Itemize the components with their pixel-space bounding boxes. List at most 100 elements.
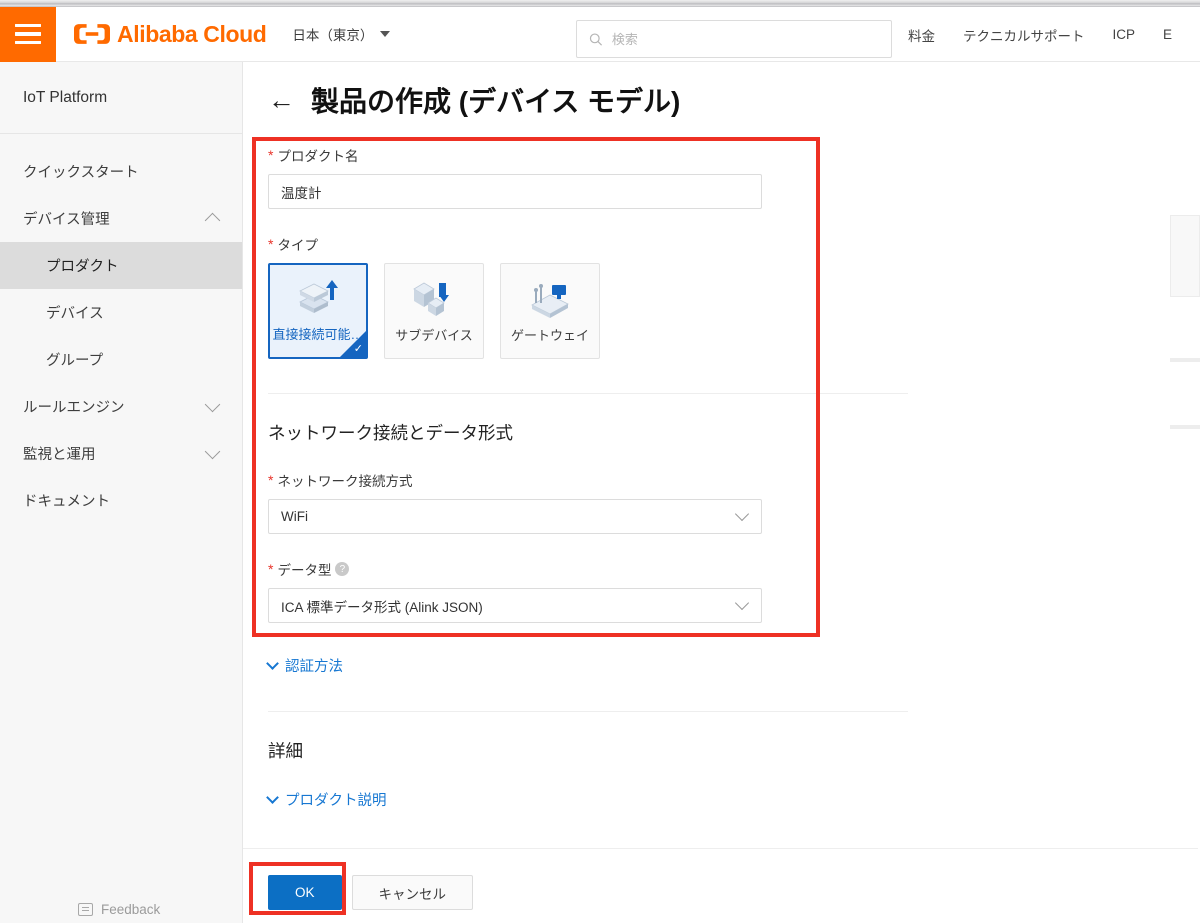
sidebar-item-documents[interactable]: ドキュメント bbox=[0, 477, 242, 524]
page-title: 製品の作成 (デバイス モデル) bbox=[311, 86, 681, 117]
connection-method-value: WiFi bbox=[281, 509, 308, 524]
form-actions: OK キャンセル bbox=[268, 875, 1200, 910]
chevron-down-icon bbox=[204, 443, 221, 459]
data-format-label-text: データ型 bbox=[277, 563, 332, 578]
data-format-label: * データ型 ? bbox=[268, 559, 1200, 579]
connection-method-select[interactable]: WiFi bbox=[268, 499, 762, 534]
type-label-text: タイプ bbox=[277, 238, 318, 253]
type-option-direct-device[interactable]: 直接接続可能… ✓ bbox=[268, 263, 368, 359]
chevron-up-icon bbox=[204, 212, 221, 229]
feedback-button[interactable]: Feedback bbox=[78, 902, 160, 917]
right-edge-bar-1 bbox=[1170, 358, 1200, 362]
hamburger-menu-icon[interactable] bbox=[0, 6, 56, 62]
sidebar-item-device-management[interactable]: デバイス管理 bbox=[0, 195, 242, 242]
gateway-icon bbox=[531, 284, 569, 318]
required-marker: * bbox=[268, 147, 274, 163]
sidebar-item-label: グループ bbox=[46, 353, 104, 369]
product-name-label-text: プロダクト名 bbox=[277, 149, 359, 164]
product-description-toggle[interactable]: プロダクト説明 bbox=[266, 789, 1200, 810]
auth-method-toggle[interactable]: 認証方法 bbox=[266, 655, 1200, 676]
window-top-strip bbox=[0, 0, 1200, 7]
direct-connect-device-icon bbox=[299, 280, 338, 313]
sidebar-item-group[interactable]: グループ bbox=[0, 336, 242, 383]
type-label: * タイプ bbox=[268, 234, 1200, 254]
product-name-field: * プロダクト名 bbox=[268, 145, 1200, 209]
search-input[interactable] bbox=[611, 31, 879, 47]
connection-method-label-text: ネットワーク接続方式 bbox=[277, 474, 413, 489]
required-marker: * bbox=[268, 236, 274, 252]
alibaba-cloud-logo[interactable]: Alibaba Cloud bbox=[74, 20, 267, 48]
required-marker: * bbox=[268, 561, 274, 577]
chevron-down-icon bbox=[266, 656, 279, 670]
connection-method-label: * ネットワーク接続方式 bbox=[268, 470, 1200, 490]
type-option-label: サブデバイス bbox=[395, 328, 473, 343]
feedback-label: Feedback bbox=[101, 902, 161, 917]
data-format-select[interactable]: ICA 標準データ形式 (Alink JSON) bbox=[268, 588, 762, 623]
details-heading: 詳細 bbox=[268, 741, 303, 761]
sidebar-item-label: 監視と運用 bbox=[23, 447, 96, 463]
sidebar-item-quickstart[interactable]: クイックスタート bbox=[0, 148, 242, 195]
app-root: Alibaba Cloud 日本（東京） 料金 テクニカルサポート ICP E … bbox=[0, 0, 1200, 923]
feedback-icon bbox=[78, 903, 93, 916]
region-selector[interactable]: 日本（東京） bbox=[292, 24, 391, 44]
sidebar-item-rule-engine[interactable]: ルールエンジン bbox=[0, 383, 242, 430]
sidebar-item-label: プロダクト bbox=[46, 259, 119, 275]
product-description-label: プロダクト説明 bbox=[285, 793, 387, 809]
create-product-form: * プロダクト名 * タイプ bbox=[243, 145, 1200, 910]
network-section-heading: ネットワーク接続とデータ形式 bbox=[268, 423, 513, 443]
sidebar-menu: クイックスタート デバイス管理 プロダクト デバイス グループ ルールエンジン … bbox=[0, 134, 242, 524]
right-edge-bar-2 bbox=[1170, 425, 1200, 429]
section-divider-2 bbox=[268, 711, 908, 712]
search-icon bbox=[589, 32, 603, 46]
required-marker: * bbox=[268, 472, 274, 488]
ok-button[interactable]: OK bbox=[268, 875, 342, 910]
sidebar-item-product[interactable]: プロダクト bbox=[0, 242, 242, 289]
type-option-label: ゲートウェイ bbox=[510, 328, 589, 343]
sidebar-item-label: クイックスタート bbox=[23, 165, 139, 181]
data-format-value: ICA 標準データ形式 (Alink JSON) bbox=[281, 599, 483, 615]
sub-device-icon bbox=[413, 282, 449, 316]
back-arrow-icon[interactable]: ← bbox=[268, 86, 295, 114]
chevron-down-icon bbox=[734, 595, 750, 611]
sidebar-item-label: デバイス bbox=[46, 306, 104, 322]
product-name-input[interactable] bbox=[268, 174, 762, 209]
sidebar: IoT Platform クイックスタート デバイス管理 プロダクト デバイス … bbox=[0, 62, 243, 923]
sidebar-item-device[interactable]: デバイス bbox=[0, 289, 242, 336]
chevron-down-icon bbox=[734, 506, 750, 522]
chevron-down-icon bbox=[380, 31, 391, 37]
type-options: 直接接続可能… ✓ サブデバイス ゲートウェイ bbox=[268, 263, 1200, 359]
nav-pricing[interactable]: 料金 bbox=[908, 25, 935, 45]
alibaba-cloud-logo-icon bbox=[74, 24, 110, 44]
footer-divider bbox=[243, 848, 1198, 849]
type-field: * タイプ 直接接続可能… ✓ サブデバイス ゲートウェイ bbox=[268, 234, 1200, 359]
sidebar-item-monitoring[interactable]: 監視と運用 bbox=[0, 430, 242, 477]
check-icon: ✓ bbox=[353, 343, 363, 355]
sidebar-title: IoT Platform bbox=[0, 62, 242, 134]
type-option-gateway[interactable]: ゲートウェイ bbox=[500, 263, 600, 359]
network-section: ネットワーク接続とデータ形式 * ネットワーク接続方式 WiFi * データ型 bbox=[268, 420, 1200, 623]
nav-technical-support[interactable]: テクニカルサポート bbox=[963, 25, 1085, 45]
logo-text: Alibaba Cloud bbox=[117, 20, 267, 47]
search-box[interactable] bbox=[576, 20, 892, 58]
main-content: ← 製品の作成 (デバイス モデル) * プロダクト名 * タイプ bbox=[243, 62, 1200, 923]
data-format-field: * データ型 ? ICA 標準データ形式 (Alink JSON) bbox=[268, 559, 1200, 623]
page-title-bar: ← 製品の作成 (デバイス モデル) bbox=[243, 62, 1200, 120]
chevron-down-icon bbox=[266, 790, 279, 804]
chevron-down-icon bbox=[204, 396, 221, 412]
nav-extra[interactable]: E bbox=[1163, 27, 1172, 42]
sidebar-item-label: ドキュメント bbox=[23, 494, 110, 510]
region-label: 日本（東京） bbox=[292, 28, 374, 43]
type-option-sub-device[interactable]: サブデバイス bbox=[384, 263, 484, 359]
help-question-icon[interactable]: ? bbox=[335, 562, 350, 576]
global-header: Alibaba Cloud 日本（東京） 料金 テクニカルサポート ICP E bbox=[0, 6, 1200, 62]
right-edge-panel bbox=[1170, 215, 1200, 297]
sidebar-item-label: ルールエンジン bbox=[23, 400, 125, 416]
sidebar-item-label: デバイス管理 bbox=[23, 212, 110, 228]
header-nav: 料金 テクニカルサポート ICP E bbox=[908, 7, 1172, 62]
cancel-button[interactable]: キャンセル bbox=[351, 875, 474, 910]
product-name-label: * プロダクト名 bbox=[268, 145, 1200, 165]
nav-icp[interactable]: ICP bbox=[1113, 27, 1136, 42]
auth-method-label: 認証方法 bbox=[285, 659, 343, 675]
section-divider-1 bbox=[268, 393, 908, 394]
connection-method-field: * ネットワーク接続方式 WiFi bbox=[268, 470, 1200, 534]
